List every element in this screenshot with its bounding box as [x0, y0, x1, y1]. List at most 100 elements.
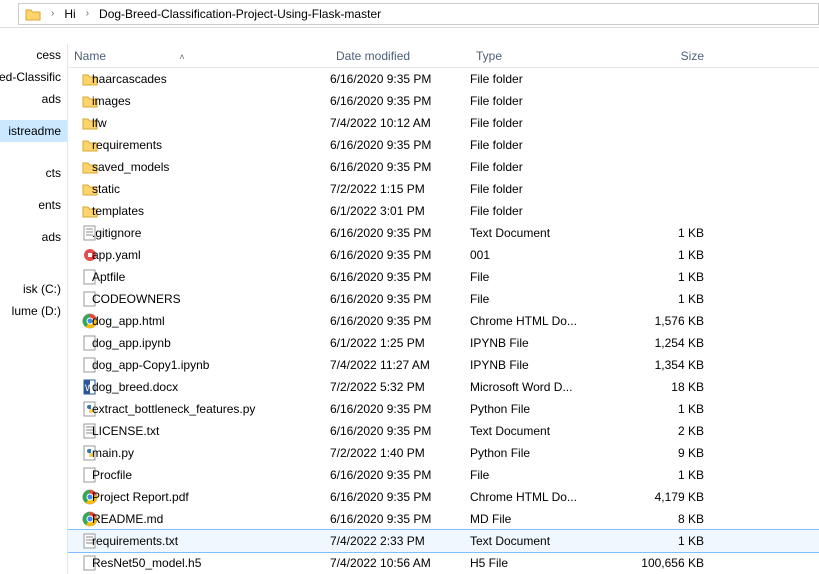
file-row[interactable]: static7/2/2022 1:15 PMFile folder [68, 178, 819, 200]
file-row[interactable]: app.yaml6/16/2020 9:35 PM0011 KB [68, 244, 819, 266]
file-row[interactable]: CODEOWNERS6/16/2020 9:35 PMFile1 KB [68, 288, 819, 310]
breadcrumb-item[interactable]: Dog-Breed-Classification-Project-Using-F… [99, 7, 381, 21]
file-size: 1 KB [610, 292, 710, 306]
sidebar-item[interactable]: istreadme [0, 120, 67, 142]
file-name: Procfile [86, 468, 330, 482]
file-row[interactable]: dog_breed.docx7/2/2022 5:32 PMMicrosoft … [68, 376, 819, 398]
sidebar-item[interactable]: eed-Classific [0, 66, 67, 88]
file-date: 6/16/2020 9:35 PM [330, 72, 470, 86]
file-row[interactable]: extract_bottleneck_features.py6/16/2020 … [68, 398, 819, 420]
file-row[interactable]: README.md6/16/2020 9:35 PMMD File8 KB [68, 508, 819, 530]
file-type: File folder [470, 182, 610, 196]
sidebar-item[interactable]: cts [0, 162, 67, 184]
column-header-name-label: Name [74, 49, 106, 63]
file-row[interactable]: saved_models6/16/2020 9:35 PMFile folder [68, 156, 819, 178]
sidebar-item[interactable]: ents [0, 194, 67, 216]
file-date: 6/16/2020 9:35 PM [330, 138, 470, 152]
file-name: dog_app.html [86, 314, 330, 328]
file-size: 9 KB [610, 446, 710, 460]
file-row[interactable]: main.py7/2/2022 1:40 PMPython File9 KB [68, 442, 819, 464]
file-list-area: Name ˄ Date modified Type Size haarcasca… [68, 44, 819, 574]
file-row[interactable]: LICENSE.txt6/16/2020 9:35 PMText Documen… [68, 420, 819, 442]
column-header-date[interactable]: Date modified [330, 49, 470, 63]
column-header-name[interactable]: Name ˄ [68, 49, 330, 63]
file-row[interactable]: dog_app-Copy1.ipynb7/4/2022 11:27 AMIPYN… [68, 354, 819, 376]
file-row[interactable]: images6/16/2020 9:35 PMFile folder [68, 90, 819, 112]
chevron-right-icon: › [82, 8, 93, 19]
file-size: 1,354 KB [610, 358, 710, 372]
file-size: 1 KB [610, 534, 710, 548]
file-size: 4,179 KB [610, 490, 710, 504]
breadcrumb[interactable]: › Hi › Dog-Breed-Classification-Project-… [18, 3, 819, 25]
folder-icon [68, 203, 86, 219]
sidebar-item[interactable]: ads [0, 88, 67, 110]
breadcrumb-item[interactable]: Hi [64, 7, 75, 21]
file-row[interactable]: dog_app.html6/16/2020 9:35 PMChrome HTML… [68, 310, 819, 332]
file-date: 6/16/2020 9:35 PM [330, 490, 470, 504]
file-size: 1 KB [610, 270, 710, 284]
file-name: requirements.txt [86, 534, 330, 548]
folder-icon [25, 7, 41, 21]
file-type: IPYNB File [470, 358, 610, 372]
word-icon [68, 379, 86, 395]
file-name: dog_app.ipynb [86, 336, 330, 350]
file-size: 2 KB [610, 424, 710, 438]
sidebar-item[interactable]: cess [0, 44, 67, 66]
file-date: 7/4/2022 10:56 AM [330, 556, 470, 570]
blank-icon [68, 335, 86, 351]
file-name: templates [86, 204, 330, 218]
file-row[interactable]: dog_app.ipynb6/1/2022 1:25 PMIPYNB File1… [68, 332, 819, 354]
file-row[interactable]: templates6/1/2022 3:01 PMFile folder [68, 200, 819, 222]
file-date: 6/16/2020 9:35 PM [330, 314, 470, 328]
folder-icon [68, 71, 86, 87]
file-type: H5 File [470, 556, 610, 570]
sidebar-item[interactable]: isk (C:) [0, 278, 67, 300]
folder-icon [68, 115, 86, 131]
file-name: images [86, 94, 330, 108]
file-row[interactable]: requirements.txt7/4/2022 2:33 PMText Doc… [68, 530, 819, 552]
folder-icon [68, 159, 86, 175]
file-type: File folder [470, 160, 610, 174]
file-name: README.md [86, 512, 330, 526]
sidebar-item[interactable]: lume (D:) [0, 300, 67, 322]
file-name: static [86, 182, 330, 196]
file-row[interactable]: .gitignore6/16/2020 9:35 PMText Document… [68, 222, 819, 244]
file-row[interactable]: Procfile6/16/2020 9:35 PMFile1 KB [68, 464, 819, 486]
file-type: File [470, 468, 610, 482]
file-row[interactable]: lfw7/4/2022 10:12 AMFile folder [68, 112, 819, 134]
address-bar: › Hi › Dog-Breed-Classification-Project-… [0, 0, 819, 28]
file-name: dog_app-Copy1.ipynb [86, 358, 330, 372]
file-row[interactable]: requirements6/16/2020 9:35 PMFile folder [68, 134, 819, 156]
file-type: File folder [470, 94, 610, 108]
file-row[interactable]: haarcascades6/16/2020 9:35 PMFile folder [68, 68, 819, 90]
file-date: 6/1/2022 1:25 PM [330, 336, 470, 350]
file-date: 7/4/2022 11:27 AM [330, 358, 470, 372]
file-name: dog_breed.docx [86, 380, 330, 394]
txt-icon [68, 533, 86, 549]
column-header-type[interactable]: Type [470, 49, 610, 63]
sidebar: cesseed-Classificadsistreadmectsentsadsi… [0, 44, 68, 574]
file-date: 7/2/2022 1:40 PM [330, 446, 470, 460]
file-date: 6/16/2020 9:35 PM [330, 402, 470, 416]
file-row[interactable]: Project Report.pdf6/16/2020 9:35 PMChrom… [68, 486, 819, 508]
file-date: 6/16/2020 9:35 PM [330, 424, 470, 438]
blank-icon [68, 269, 86, 285]
sort-asc-icon: ˄ [179, 52, 184, 62]
file-size: 8 KB [610, 512, 710, 526]
blank-icon [68, 555, 86, 571]
txt-icon [68, 423, 86, 439]
file-size: 1 KB [610, 402, 710, 416]
chrome-icon [68, 511, 86, 527]
file-row[interactable]: Aptfile6/16/2020 9:35 PMFile1 KB [68, 266, 819, 288]
blank-icon [68, 467, 86, 483]
file-date: 6/16/2020 9:35 PM [330, 94, 470, 108]
sidebar-item[interactable]: ads [0, 226, 67, 248]
file-row[interactable]: ResNet50_model.h57/4/2022 10:56 AMH5 Fil… [68, 552, 819, 574]
file-date: 7/2/2022 5:32 PM [330, 380, 470, 394]
folder-icon [68, 137, 86, 153]
file-type: Microsoft Word D... [470, 380, 610, 394]
file-list: haarcascades6/16/2020 9:35 PMFile folder… [68, 68, 819, 574]
file-date: 6/16/2020 9:35 PM [330, 468, 470, 482]
file-type: File folder [470, 72, 610, 86]
column-header-size[interactable]: Size [610, 49, 710, 63]
